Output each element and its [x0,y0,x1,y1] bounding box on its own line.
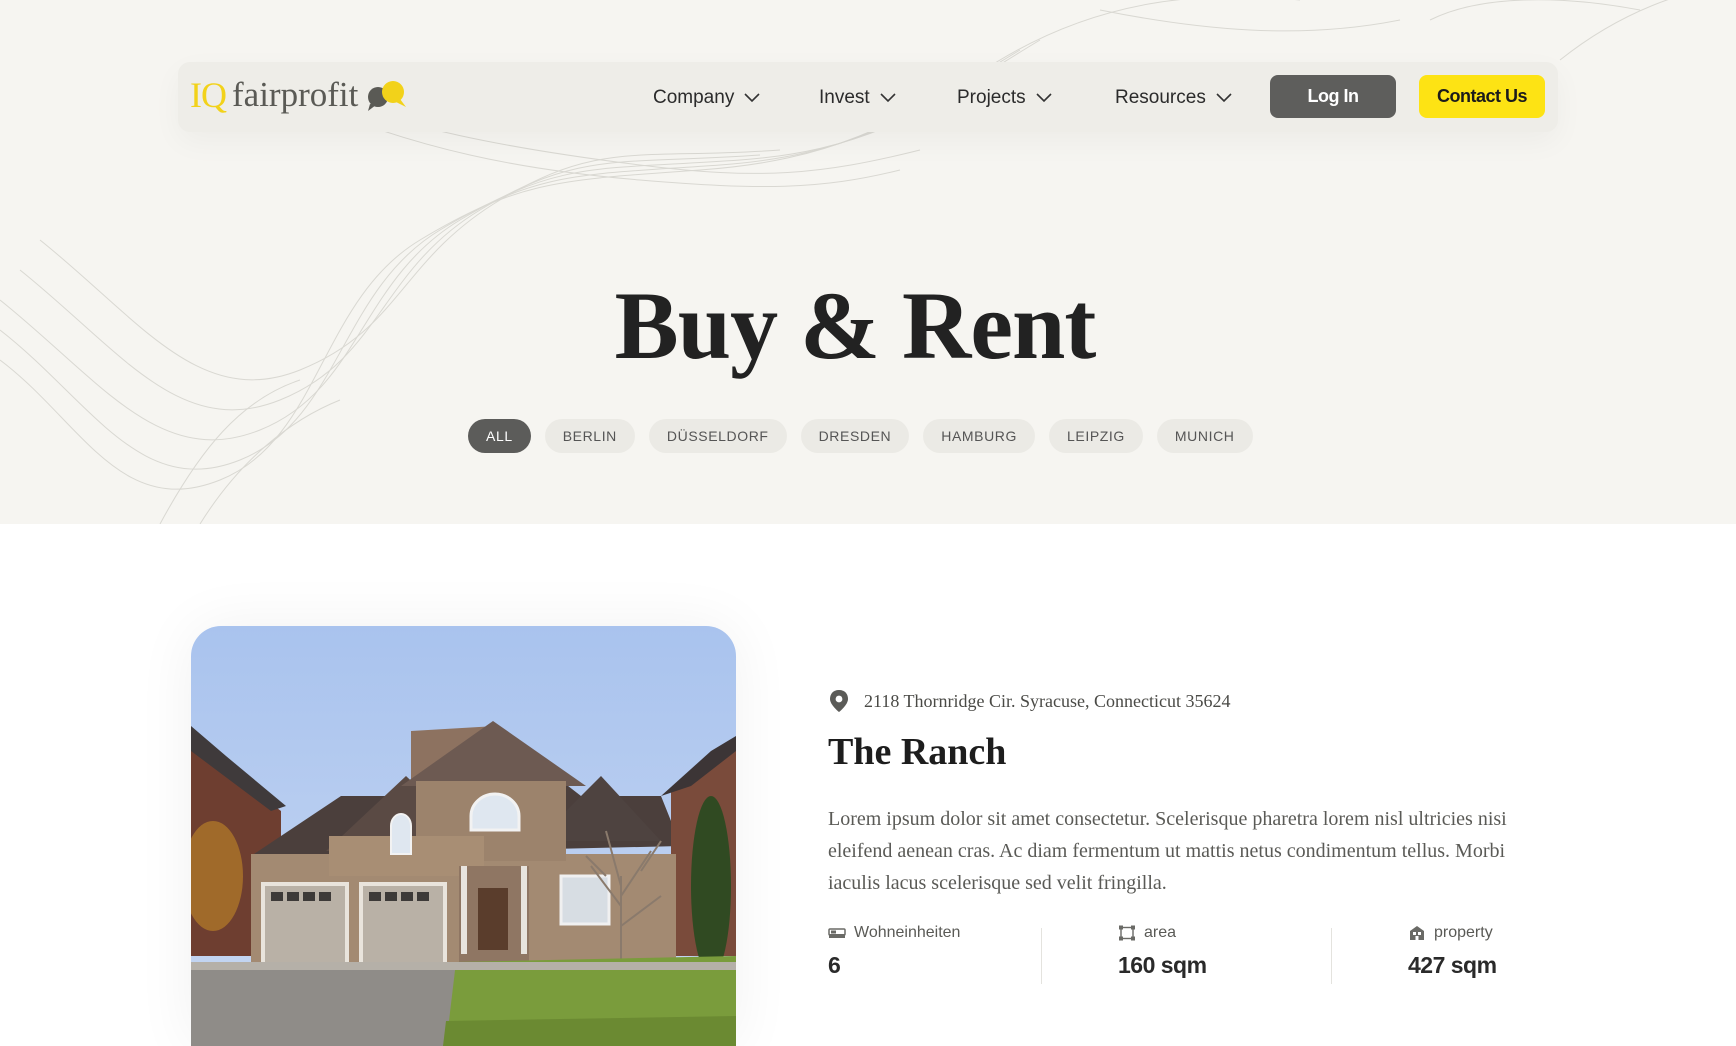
bed-icon [828,928,846,938]
listing-photo[interactable] [191,626,736,1046]
filter-chip-hamburg[interactable]: HAMBURG [923,419,1036,453]
logo-iq-mark: IQ [190,75,227,115]
stat-area: area 160 sqm [1118,924,1207,984]
filter-chip-dresden[interactable]: DRESDEN [800,419,910,453]
listing-description: Lorem ipsum dolor sit amet consectetur. … [828,808,1507,894]
speech-bubbles-icon [368,81,407,111]
listing-address: 2118 Thornridge Cir. Syracuse, Connectic… [828,688,1230,714]
nav-projects-label: Projects [957,87,1026,108]
stat-divider [1041,928,1042,984]
page-title: Buy & Rent [614,272,1097,379]
stat-area-label: area [1144,924,1177,941]
filter-chip-dusseldorf[interactable]: DÜSSELDORF [648,419,787,453]
nav-resources[interactable]: Resources [1115,84,1232,112]
stat-area-label-row: area [1118,924,1207,942]
nav-invest-label: Invest [819,87,870,108]
logo-wordmark: fairprofit [232,75,359,114]
filter-chip-berlin[interactable]: BERLIN [544,419,635,453]
address-text: 2118 Thornridge Cir. Syracuse, Connectic… [864,690,1231,711]
filter-chip-munich[interactable]: MUNICH [1156,419,1253,453]
stat-property-label-row: property [1408,924,1497,942]
stat-property: property 427 sqm [1408,924,1497,984]
city-filter-bar: ALL BERLIN DÜSSELDORF DRESDEN HAMBURG LE… [468,419,1253,453]
stat-units-value: 6 [828,952,841,978]
hero-section: IQ fairprofit Company Invest Projects Re… [0,0,1736,524]
stat-units-label-row: Wohneinheiten [828,924,960,942]
nav-company-label: Company [653,87,735,108]
listing-title[interactable]: The Ranch [828,730,1006,774]
filter-chip-leipzig[interactable]: LEIPZIG [1049,419,1143,453]
brand-logo[interactable]: IQ fairprofit [190,70,408,120]
location-pin-icon [830,690,848,712]
nav-resources-label: Resources [1115,87,1206,108]
stat-property-value: 427 sqm [1408,952,1497,978]
top-navbar: IQ fairprofit Company Invest Projects Re… [178,62,1558,132]
nav-company[interactable]: Company [653,84,760,112]
chevron-down-icon [1036,93,1052,103]
area-icon [1119,925,1135,941]
filter-chip-all[interactable]: ALL [468,419,531,453]
stat-property-label: property [1434,924,1493,941]
stat-units-label: Wohneinheiten [854,924,961,941]
building-icon [1410,926,1424,940]
nav-projects[interactable]: Projects [957,84,1052,112]
nav-invest[interactable]: Invest [819,84,896,112]
stat-units: Wohneinheiten 6 [828,924,960,984]
house-photo-illustration [191,626,736,1046]
chevron-down-icon [744,93,760,103]
chevron-down-icon [1216,93,1232,103]
contact-us-button[interactable]: Contact Us [1419,75,1545,118]
stat-divider [1331,928,1332,984]
login-button[interactable]: Log In [1270,75,1396,118]
stat-area-value: 160 sqm [1118,952,1207,978]
chevron-down-icon [880,93,896,103]
